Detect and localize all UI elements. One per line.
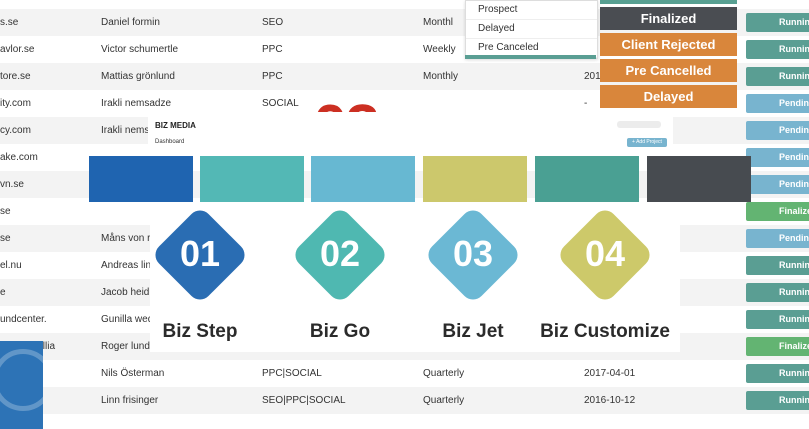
cell-name: Linn frisinger	[101, 395, 159, 406]
add-project-button[interactable]: + Add Project	[627, 138, 667, 147]
feature-number-2: 02	[319, 233, 361, 274]
legend-pre-cancelled: Pre Cancelled	[600, 59, 737, 82]
strip-block-5	[535, 156, 639, 202]
strip-block-2	[200, 156, 304, 202]
cell-date: -	[584, 98, 588, 109]
status-badge[interactable]: Pending	[746, 148, 809, 167]
cell-site: ity.com	[0, 98, 31, 109]
cell-name: Victor schumertle	[101, 44, 179, 55]
legend-finalized: Finalized	[600, 7, 737, 30]
blue-sidebar-icon	[0, 341, 43, 429]
cell-name: Måns von ro	[101, 233, 157, 244]
dashboard-nav-label: Dashboard	[155, 139, 185, 145]
status-badge[interactable]: Running	[746, 67, 809, 86]
cell-site: undcenter.	[0, 314, 47, 325]
status-legend: Finalized Client Rejected Pre Cancelled …	[600, 0, 737, 111]
dashboard-preview: BIZ MEDIA Dashboard + Add Project	[148, 112, 673, 156]
status-badge[interactable]: Pending	[746, 121, 809, 140]
cell-site: vn.se	[0, 179, 24, 190]
strip-block-1	[89, 156, 193, 202]
cell-period: Monthly	[423, 71, 459, 82]
features-panel: 01 Biz Step 02 Biz Go 03 Biz Jet 04 Biz Customi…	[150, 202, 680, 352]
cell-service: PPC|SOCIAL	[262, 368, 322, 379]
cell-name: Jacob heidr	[101, 287, 153, 298]
cell-site: cy.com	[0, 125, 31, 136]
cell-date: 2016-10-12	[584, 395, 636, 406]
status-badge[interactable]: Pending	[746, 175, 809, 194]
cell-site: ake.com	[0, 152, 38, 163]
status-badge[interactable]: Finalize	[746, 337, 809, 356]
cell-name: Irakli nemsa	[101, 125, 155, 136]
cell-period: Quarterly	[423, 395, 465, 406]
status-dropdown-menu: Prospect Delayed Pre Canceled	[465, 0, 598, 59]
feature-number-3: 03	[452, 233, 494, 274]
cell-site: tore.se	[0, 71, 31, 82]
cell-service: PPC	[262, 71, 283, 82]
cell-site: e	[0, 287, 6, 298]
status-badge[interactable]: Running	[746, 13, 809, 32]
table-row: Nils Österman PPC|SOCIAL Quarterly 2017-04-…	[0, 360, 809, 387]
status-badge[interactable]: Running	[746, 283, 809, 302]
cell-name: Irakli nemsadze	[101, 98, 172, 109]
strip-block-3	[311, 156, 415, 202]
cell-name: Nils Österman	[101, 368, 165, 379]
cell-site: el.nu	[0, 260, 22, 271]
user-menu[interactable]	[617, 121, 661, 128]
cell-service: SOCIAL	[262, 98, 299, 109]
cell-site: se	[0, 206, 11, 217]
status-badge[interactable]: Pending	[746, 94, 809, 113]
cell-date: 2017-04-01	[584, 368, 636, 379]
cell-service: SEO	[262, 17, 284, 28]
legend-prospect	[600, 0, 737, 4]
brand-logo: BIZ MEDIA	[155, 121, 196, 130]
cell-name: Andreas lind	[101, 260, 157, 271]
status-badge[interactable]: Pending	[746, 229, 809, 248]
strip-block-4	[423, 156, 527, 202]
status-badge[interactable]: Running	[746, 391, 809, 410]
cell-period: Monthl	[423, 17, 454, 28]
legend-delayed: Delayed	[600, 85, 737, 108]
menu-item-prospect[interactable]: Prospect	[466, 1, 597, 20]
cell-site: avlor.se	[0, 44, 35, 55]
dropdown-accent-bar	[465, 55, 596, 59]
strip-block-6	[647, 156, 751, 202]
table-row: seLinn frisingerSEO|PPC|SOCIALQuarterly2…	[0, 387, 809, 414]
feature-label-4: Biz Customize	[540, 321, 670, 342]
status-badge[interactable]: Finalize	[746, 202, 809, 221]
menu-item-delayed[interactable]: Delayed	[466, 20, 597, 39]
status-badge[interactable]: Running	[746, 310, 809, 329]
status-badge[interactable]: Running	[746, 256, 809, 275]
cell-service: PPC	[262, 44, 283, 55]
cell-period: Weekly	[423, 44, 456, 55]
cell-site: s.se	[0, 17, 19, 28]
cell-period: Quarterly	[423, 368, 465, 379]
cell-site: se	[0, 233, 11, 244]
legend-client-rejected: Client Rejected	[600, 33, 737, 56]
feature-label-1: Biz Step	[162, 321, 238, 342]
status-badge[interactable]: Running	[746, 40, 809, 59]
cell-name: Mattias grönlund	[101, 71, 175, 82]
status-badge[interactable]: Running	[746, 364, 809, 383]
cell-service: SEO|PPC|SOCIAL	[262, 395, 346, 406]
feature-number-1: 01	[179, 233, 221, 274]
cell-name: Daniel formin	[101, 17, 160, 28]
feature-number-4: 04	[584, 233, 626, 274]
